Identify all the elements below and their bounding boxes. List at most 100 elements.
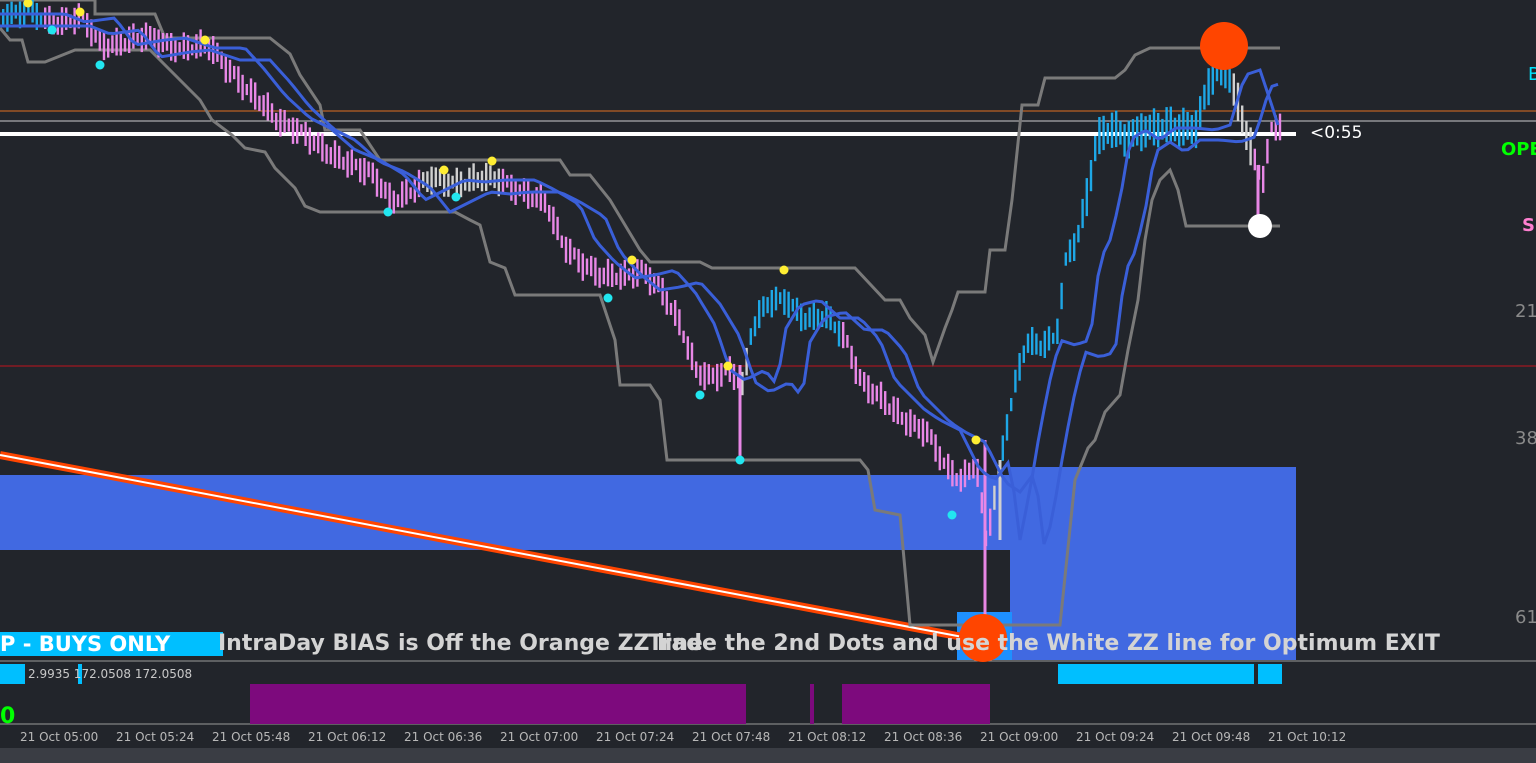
indicator-zero-label: 0 bbox=[0, 704, 16, 729]
price-bar bbox=[1152, 108, 1156, 146]
price-bar bbox=[380, 178, 383, 199]
price-bar bbox=[1278, 113, 1282, 141]
price-bar bbox=[60, 7, 64, 35]
price-bar bbox=[132, 23, 135, 49]
price-bar bbox=[459, 171, 463, 198]
sell-signal-dot bbox=[779, 265, 789, 275]
price-bar bbox=[367, 161, 370, 178]
price-bar bbox=[1115, 110, 1118, 148]
bias-instruction-text: IntraDay BIAS is Off the Orange ZZ line bbox=[218, 631, 703, 656]
price-bar bbox=[791, 298, 794, 312]
histogram-bar-purple bbox=[842, 684, 990, 724]
fib-label-38: 38 bbox=[1515, 428, 1536, 449]
price-bar bbox=[165, 33, 169, 51]
price-bar bbox=[573, 247, 576, 260]
price-bar bbox=[804, 313, 807, 330]
price-bar bbox=[1241, 105, 1244, 134]
time-axis-label: 21 Oct 09:00 bbox=[980, 730, 1059, 744]
price-bar bbox=[422, 172, 425, 188]
price-bar bbox=[1157, 113, 1160, 148]
price-bar bbox=[392, 190, 395, 214]
horizontal-scrollbar[interactable] bbox=[0, 748, 1536, 763]
price-bar bbox=[741, 371, 744, 396]
time-axis-label: 21 Oct 06:12 bbox=[308, 730, 387, 744]
price-bar bbox=[405, 178, 408, 205]
price-bar bbox=[581, 253, 584, 281]
price-bar bbox=[972, 459, 975, 479]
time-axis-label: 21 Oct 07:48 bbox=[692, 730, 771, 744]
price-bar bbox=[363, 158, 366, 186]
price-bar bbox=[1094, 136, 1097, 162]
price-bar bbox=[119, 33, 122, 56]
price-bar bbox=[342, 156, 345, 170]
price-bar bbox=[959, 468, 962, 492]
price-bar bbox=[1047, 326, 1051, 351]
price-bar bbox=[1102, 115, 1105, 151]
price-bar bbox=[1005, 414, 1009, 441]
price-bar bbox=[707, 364, 710, 385]
price-bar bbox=[762, 296, 765, 317]
price-bar bbox=[552, 206, 555, 235]
price-bar bbox=[233, 65, 236, 80]
time-axis-label: 21 Oct 05:24 bbox=[116, 730, 195, 744]
price-bar bbox=[1060, 282, 1063, 310]
price-bar bbox=[224, 55, 227, 83]
exit-marker[interactable] bbox=[1248, 214, 1272, 238]
swing-high-marker[interactable] bbox=[1200, 22, 1248, 70]
price-bar bbox=[1077, 224, 1080, 243]
sell-signal-dot bbox=[75, 7, 85, 17]
price-bar bbox=[1052, 332, 1055, 344]
histogram-bar-purple bbox=[250, 684, 746, 724]
sell-signal-dot bbox=[627, 255, 637, 265]
price-bar bbox=[359, 158, 362, 183]
price-bar bbox=[14, 4, 17, 19]
price-bar bbox=[1022, 345, 1025, 363]
price-bar bbox=[270, 103, 274, 123]
price-bar bbox=[1064, 252, 1067, 266]
price-bar bbox=[598, 267, 601, 288]
time-axis-label: 21 Oct 07:00 bbox=[500, 730, 579, 744]
price-bar bbox=[1068, 239, 1072, 263]
price-bar bbox=[1089, 160, 1093, 192]
price-bar bbox=[699, 365, 702, 386]
price-bar bbox=[703, 362, 706, 391]
price-bar bbox=[1228, 68, 1231, 93]
price-bar bbox=[275, 112, 278, 131]
time-axis-label: 21 Oct 07:24 bbox=[596, 730, 675, 744]
price-bar bbox=[1123, 124, 1126, 157]
price-bar bbox=[837, 320, 841, 347]
price-bar bbox=[678, 309, 681, 336]
price-bar bbox=[564, 236, 568, 263]
trading-chart[interactable]: B OPE S 21 38 61 <0:55 P - BUYS ONLY Int… bbox=[0, 0, 1536, 763]
price-bar bbox=[779, 292, 782, 304]
buy-signal-dot bbox=[603, 293, 613, 303]
time-axis-label: 21 Oct 09:24 bbox=[1076, 730, 1155, 744]
price-bar bbox=[426, 171, 429, 192]
price-bar bbox=[682, 330, 685, 343]
price-bar bbox=[1178, 114, 1181, 147]
price-bar bbox=[716, 363, 719, 392]
price-bar bbox=[409, 187, 412, 199]
price-bar bbox=[1245, 121, 1248, 150]
bar-countdown-timer: <0:55 bbox=[1310, 123, 1363, 143]
price-bar bbox=[1253, 148, 1256, 171]
price-bar bbox=[938, 446, 941, 471]
price-bar bbox=[1136, 116, 1139, 146]
time-axis-label: 21 Oct 08:36 bbox=[884, 730, 963, 744]
price-bar bbox=[300, 124, 303, 136]
price-bar bbox=[963, 459, 967, 488]
price-bar bbox=[1031, 327, 1034, 355]
trade-instruction-text: Trade the 2nd Dots and use the White ZZ … bbox=[648, 631, 1440, 656]
price-bar bbox=[296, 118, 299, 144]
price-bar bbox=[686, 336, 689, 360]
price-bar bbox=[968, 462, 971, 480]
price-bar bbox=[695, 361, 698, 378]
price-bar bbox=[401, 181, 404, 208]
sell-signal-dot bbox=[723, 361, 733, 371]
price-bar bbox=[858, 369, 862, 386]
price-bar bbox=[329, 147, 332, 165]
price-bar bbox=[921, 418, 925, 447]
price-bar bbox=[1018, 353, 1021, 381]
price-bar bbox=[1081, 198, 1084, 229]
price-bar bbox=[758, 300, 761, 329]
